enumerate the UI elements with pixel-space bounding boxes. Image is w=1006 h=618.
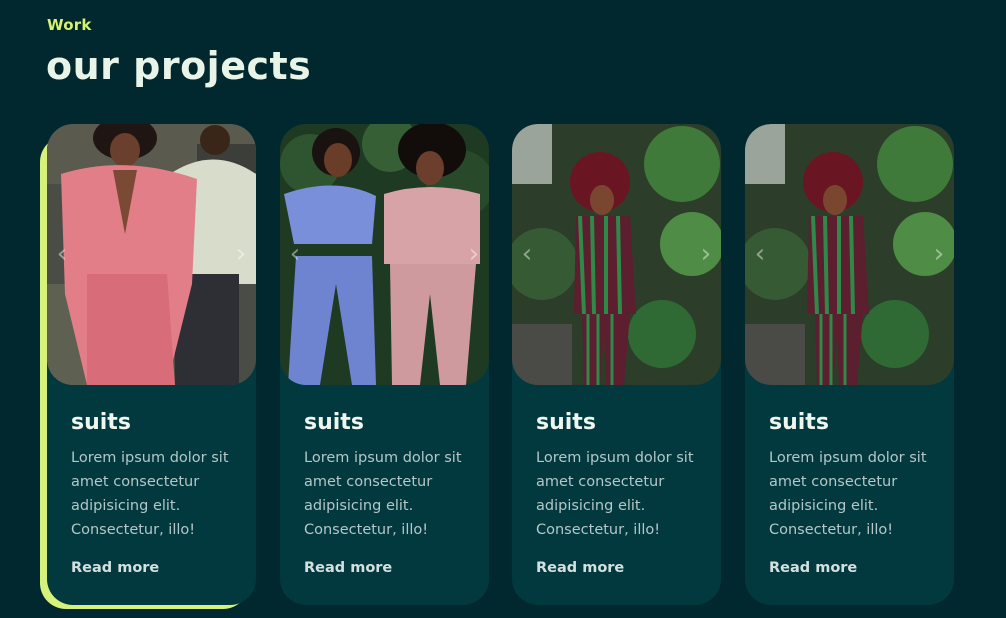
chevron-right-icon[interactable]: › bbox=[697, 240, 715, 268]
project-card[interactable]: ‹ › suits Lorem ipsum dolor sit amet con… bbox=[280, 124, 489, 605]
chevron-right-icon[interactable]: › bbox=[465, 240, 483, 268]
project-card-wrapper: ‹ › suits Lorem ipsum dolor sit amet con… bbox=[512, 124, 721, 605]
chevron-left-icon[interactable]: ‹ bbox=[286, 240, 304, 268]
photo-illustration bbox=[512, 124, 721, 385]
project-photo: ‹ › bbox=[512, 124, 721, 385]
card-title: suits bbox=[536, 410, 596, 435]
chevron-left-icon[interactable]: ‹ bbox=[518, 240, 536, 268]
chevron-left-icon[interactable]: ‹ bbox=[751, 240, 769, 268]
project-card[interactable]: ‹ › suits Lorem ipsum dolor sit amet con… bbox=[745, 124, 954, 605]
project-card-wrapper: ‹ › suits Lorem ipsum dolor sit amet con… bbox=[280, 124, 489, 605]
project-card[interactable]: ‹ › suits Lorem ipsum dolor sit amet con… bbox=[47, 124, 256, 605]
chevron-right-icon[interactable]: › bbox=[930, 240, 948, 268]
project-photo: ‹ › bbox=[280, 124, 489, 385]
photo-illustration bbox=[745, 124, 954, 385]
project-photo: ‹ › bbox=[47, 124, 256, 385]
section-title: our projects bbox=[46, 44, 312, 88]
read-more-link[interactable]: Read more bbox=[536, 560, 624, 576]
project-card[interactable]: ‹ › suits Lorem ipsum dolor sit amet con… bbox=[512, 124, 721, 605]
card-description: Lorem ipsum dolor sit amet consectetur a… bbox=[769, 450, 927, 538]
project-cards: ‹ › suits Lorem ipsum dolor sit amet con… bbox=[40, 124, 1006, 614]
card-title: suits bbox=[304, 410, 364, 435]
card-title: suits bbox=[769, 410, 829, 435]
photo-illustration bbox=[47, 124, 256, 385]
read-more-link[interactable]: Read more bbox=[304, 560, 392, 576]
chevron-right-icon[interactable]: › bbox=[232, 240, 250, 268]
photo-illustration bbox=[280, 124, 489, 385]
projects-section: Work our projects ‹ › suits Lorem ipsum … bbox=[0, 0, 1006, 618]
project-card-wrapper: ‹ › suits Lorem ipsum dolor sit amet con… bbox=[40, 124, 256, 609]
section-eyebrow: Work bbox=[47, 16, 92, 34]
read-more-link[interactable]: Read more bbox=[71, 560, 159, 576]
read-more-link[interactable]: Read more bbox=[769, 560, 857, 576]
card-description: Lorem ipsum dolor sit amet consectetur a… bbox=[304, 450, 462, 538]
card-title: suits bbox=[71, 410, 131, 435]
project-photo: ‹ › bbox=[745, 124, 954, 385]
card-description: Lorem ipsum dolor sit amet consectetur a… bbox=[536, 450, 694, 538]
chevron-left-icon[interactable]: ‹ bbox=[53, 240, 71, 268]
card-description: Lorem ipsum dolor sit amet consectetur a… bbox=[71, 450, 229, 538]
project-card-wrapper: ‹ › suits Lorem ipsum dolor sit amet con… bbox=[745, 124, 954, 605]
